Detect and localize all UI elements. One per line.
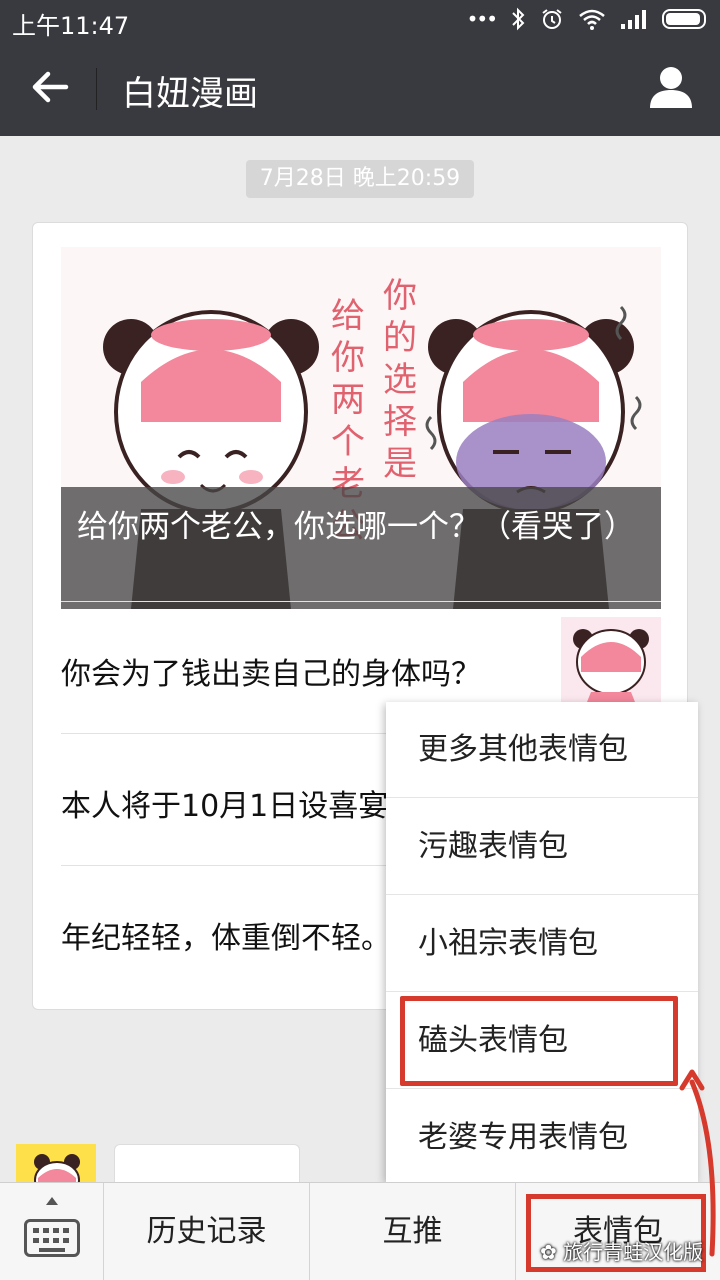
menu-tab-history[interactable]: 历史记录 (104, 1183, 310, 1280)
bluetooth-icon (512, 7, 525, 31)
alarm-icon (542, 9, 562, 29)
menu-item-wife-stickers[interactable]: 老婆专用表情包 (386, 1090, 698, 1186)
svg-text:你: 你 (331, 338, 365, 378)
battery-icon (662, 9, 706, 29)
svg-text:择: 择 (383, 402, 417, 442)
status-bar: 上午11:47 ••• (0, 0, 720, 40)
cover-caption: 给你两个老公，你选哪一个？（看哭了） (61, 487, 661, 609)
caret-up-icon (46, 1197, 58, 1205)
menu-item-little-ancestor-stickers[interactable]: 小祖宗表情包 (386, 896, 698, 992)
svg-text:是: 是 (383, 444, 417, 484)
date-stamp: 7月28日 晚上20:59 (246, 160, 474, 198)
sticker-preview[interactable] (16, 1144, 96, 1184)
chat-title: 白妞漫画 (122, 74, 258, 114)
svg-text:的: 的 (383, 318, 417, 358)
status-time: 上午11:47 (12, 12, 130, 40)
keyboard-icon (24, 1219, 80, 1257)
article-item-title: 本人将于10月1日设喜宴 (61, 789, 389, 824)
title-separator (96, 68, 97, 110)
wifi-icon (579, 9, 605, 30)
submenu-popup: 更多其他表情包 污趣表情包 小祖宗表情包 磕头表情包 老婆专用表情包 (386, 702, 698, 1182)
watermark: ✿ 旅行青蛙汉化版 (540, 1236, 703, 1265)
svg-text:两: 两 (331, 380, 365, 420)
signal-icon (621, 10, 646, 29)
menu-highlight-box (400, 996, 678, 1086)
svg-text:你: 你 (383, 276, 417, 316)
menu-tab-mutual-promote[interactable]: 互推 (310, 1183, 516, 1280)
cover-image[interactable]: 给 你 两 个 老 公 你 的 选 择 是 给你两个老公，你选哪一 (61, 247, 661, 609)
menu-item-funny-stickers[interactable]: 污趣表情包 (386, 799, 698, 895)
wechat-logo-icon: ✿ (540, 1240, 564, 1264)
item-divider (61, 601, 661, 602)
status-icons: ••• (467, 7, 706, 31)
back-arrow-icon[interactable] (26, 62, 76, 112)
more-dots-icon: ••• (466, 7, 498, 31)
card-preview[interactable] (114, 1144, 300, 1184)
svg-text:选: 选 (383, 360, 417, 400)
svg-text:个: 个 (331, 422, 365, 462)
svg-text:给: 给 (331, 296, 365, 336)
watermark-text: 旅行青蛙汉化版 (563, 1240, 704, 1264)
article-item-title: 年纪轻轻，体重倒不轻。 (61, 921, 391, 956)
article-item-title: 你会为了钱出卖自己的身体吗？ (61, 657, 481, 692)
red-arrow-annotation (679, 1069, 716, 1257)
menu-item-more-stickers[interactable]: 更多其他表情包 (386, 702, 698, 798)
keyboard-toggle[interactable] (0, 1183, 104, 1280)
profile-icon[interactable] (648, 64, 694, 110)
title-bar: 白妞漫画 (0, 40, 720, 136)
